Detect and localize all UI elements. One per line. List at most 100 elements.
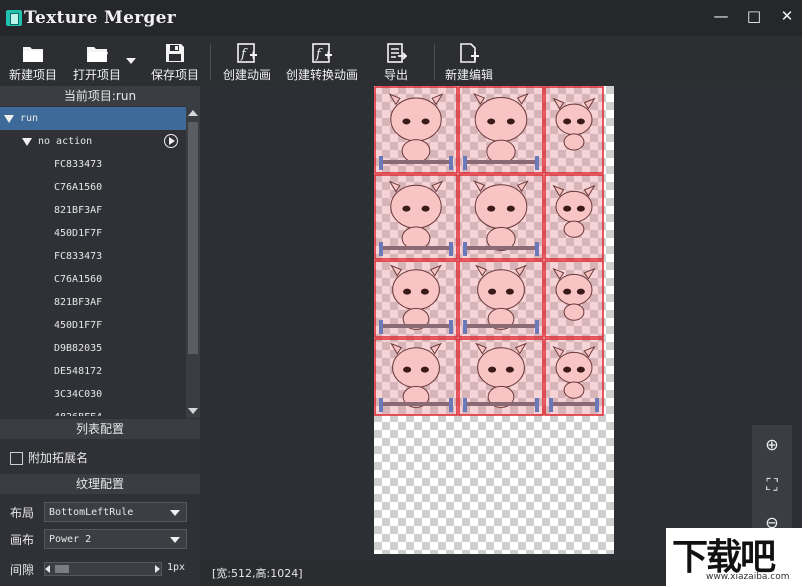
sprite-frame[interactable] [459, 339, 543, 415]
chevron-down-icon[interactable] [170, 510, 180, 516]
list-item[interactable]: FC833473 [0, 153, 186, 176]
sprite-frame[interactable] [459, 261, 543, 337]
zoom-panel: ⊕ ⛶ ⊖ [752, 425, 792, 535]
canvas-select[interactable]: Power 2 [44, 529, 187, 549]
list-item-label: 821BF3AF [54, 291, 102, 314]
create-transform-animation-label: 创建转换动画 [284, 66, 360, 83]
list-item[interactable]: 821BF3AF [0, 291, 186, 314]
animation-icon: f [236, 42, 258, 64]
new-project-button[interactable]: 新建项目 [6, 40, 60, 84]
sprite-frame[interactable] [375, 87, 457, 173]
title-bar: Texture Merger — □ ✕ [0, 0, 802, 36]
list-item-label: 3C34C030 [54, 383, 102, 406]
zoom-in-icon[interactable]: ⊕ [762, 435, 782, 455]
slider-left-icon[interactable] [45, 565, 50, 573]
canvas-area[interactable] [200, 86, 802, 560]
list-item-label: 4826BFE4 [54, 406, 102, 416]
list-item[interactable]: 4826BFE4 [0, 406, 186, 416]
list-item[interactable]: C76A1560 [0, 176, 186, 199]
layout-select[interactable]: BottomLeftRule [44, 502, 187, 522]
create-animation-label: 创建动画 [220, 66, 274, 83]
sprite-frame[interactable] [459, 175, 543, 259]
tree-scrollbar[interactable] [186, 106, 200, 418]
list-item[interactable]: 450D1F7F [0, 222, 186, 245]
list-config-header: 列表配置 [0, 419, 200, 439]
watermark-url: www.xiazaiba.com [706, 572, 790, 582]
create-transform-animation-button[interactable]: f 创建转换动画 [284, 40, 360, 84]
canvas-label: 画布 [10, 531, 34, 548]
sprite-frame[interactable] [545, 261, 603, 337]
list-item[interactable]: D9B82035 [0, 337, 186, 360]
scroll-down-icon[interactable] [188, 408, 198, 414]
list-item[interactable]: 821BF3AF [0, 199, 186, 222]
toolbar-separator [434, 44, 435, 80]
texture-merger-logo-icon [6, 10, 22, 26]
list-item[interactable]: FC833473 [0, 245, 186, 268]
open-folder-icon [86, 42, 108, 64]
export-label: 导出 [376, 66, 416, 83]
sprite-frame[interactable] [375, 175, 457, 259]
new-project-label: 新建项目 [6, 66, 60, 83]
sprite-sheet[interactable] [374, 86, 614, 554]
layout-value: BottomLeftRule [49, 507, 133, 518]
new-edit-label: 新建编辑 [442, 66, 496, 83]
new-edit-button[interactable]: 新建编辑 [442, 40, 496, 84]
chevron-down-icon[interactable] [170, 537, 180, 543]
open-project-dropdown-icon[interactable] [126, 58, 136, 64]
play-icon[interactable] [164, 134, 178, 148]
close-button[interactable]: ✕ [772, 4, 802, 28]
export-icon [385, 42, 407, 64]
maximize-button[interactable]: □ [739, 4, 769, 28]
minimize-button[interactable]: — [706, 4, 736, 28]
tree-root-label: run [20, 107, 38, 130]
texture-config-header: 纹理配置 [0, 474, 200, 494]
sprite-frame[interactable] [545, 87, 603, 173]
open-project-label: 打开项目 [70, 66, 124, 83]
tree-group-label: no action [38, 130, 92, 153]
list-item[interactable]: 3C34C030 [0, 383, 186, 406]
gap-value: 1px [167, 562, 185, 573]
create-animation-button[interactable]: f 创建动画 [220, 40, 274, 84]
sprite-frame[interactable] [459, 87, 543, 173]
project-panel-header: 当前项目:run [0, 86, 200, 106]
toolbar: 新建项目 打开项目 保存项目 f 创建动画 f 创建转换动画 导出 [0, 36, 802, 87]
slider-right-icon[interactable] [155, 565, 160, 573]
sprite-frame[interactable] [375, 261, 457, 337]
save-disk-icon [164, 42, 186, 64]
svg-text:f: f [315, 47, 323, 62]
layout-label: 布局 [10, 504, 34, 521]
watermark: 下载吧 www.xiazaiba.com [666, 528, 802, 586]
tree-group-no-action[interactable]: no action [0, 130, 186, 153]
append-extension-checkbox[interactable] [10, 452, 23, 465]
expand-triangle-icon[interactable] [4, 115, 14, 123]
save-project-label: 保存项目 [148, 66, 202, 83]
expand-triangle-icon[interactable] [22, 138, 32, 146]
list-item[interactable]: DE548172 [0, 360, 186, 383]
list-item[interactable]: C76A1560 [0, 268, 186, 291]
fit-view-icon[interactable]: ⛶ [762, 475, 782, 495]
open-project-button[interactable]: 打开项目 [70, 40, 124, 84]
save-project-button[interactable]: 保存项目 [148, 40, 202, 84]
canvas-value: Power 2 [49, 534, 91, 545]
list-item[interactable]: 450D1F7F [0, 314, 186, 337]
list-item-label: FC833473 [54, 153, 102, 176]
export-button[interactable]: 导出 [376, 40, 416, 84]
sprite-frames [374, 86, 614, 554]
slider-thumb[interactable] [55, 565, 69, 573]
scroll-up-icon[interactable] [188, 110, 198, 116]
gap-slider[interactable] [44, 562, 162, 576]
svg-text:f: f [240, 47, 248, 62]
scrollbar-thumb[interactable] [188, 122, 198, 354]
transform-animation-icon: f [311, 42, 333, 64]
toolbar-separator [210, 44, 211, 80]
list-item-label: FC833473 [54, 245, 102, 268]
list-item-label: C76A1560 [54, 176, 102, 199]
sidebar: 当前项目:run run no action FC833473 C76A1560… [0, 86, 200, 586]
append-extension-label: 附加拓展名 [28, 449, 88, 466]
gap-label: 间隙 [10, 561, 34, 578]
sprite-frame[interactable] [545, 175, 603, 259]
list-item-label: C76A1560 [54, 268, 102, 291]
tree-root-run[interactable]: run [0, 107, 186, 130]
sprite-frame[interactable] [545, 339, 603, 415]
sprite-frame[interactable] [375, 339, 457, 415]
